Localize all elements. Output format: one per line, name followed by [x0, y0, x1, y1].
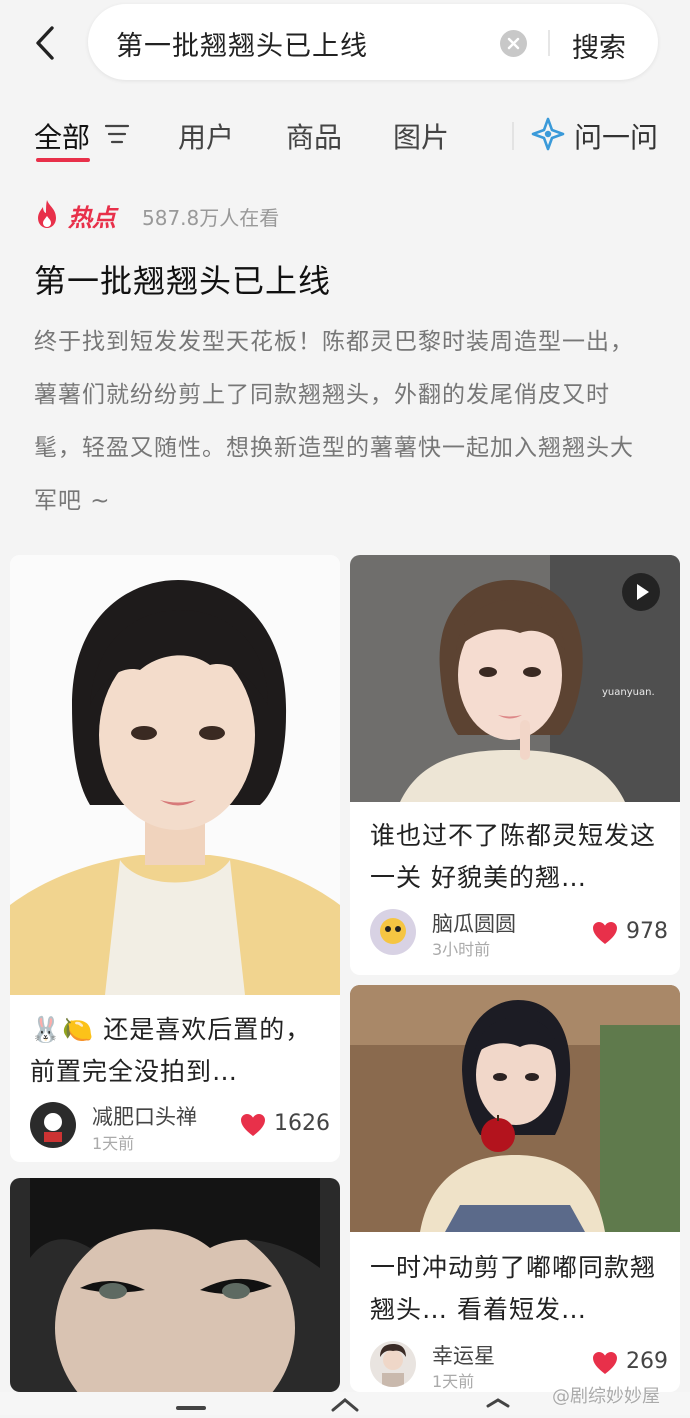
- note-card[interactable]: [10, 1178, 340, 1392]
- tab-goods[interactable]: 商品: [286, 116, 342, 156]
- author-name[interactable]: 幸运星: [432, 1340, 495, 1370]
- flame-icon: [38, 200, 56, 228]
- back-button[interactable]: [28, 22, 68, 64]
- author-name[interactable]: 脑瓜圆圆: [432, 908, 516, 938]
- note-image: [10, 1178, 340, 1392]
- image-caption: yuanyuan.: [602, 687, 655, 698]
- heart-icon: [593, 1352, 617, 1374]
- home-icon[interactable]: [325, 1394, 365, 1414]
- like-count: 269: [626, 1349, 668, 1374]
- avatar[interactable]: [30, 1102, 76, 1148]
- note-title: 谁也过不了陈都灵短发这一关 好貌美的翘…: [370, 821, 657, 892]
- play-icon: [637, 584, 649, 600]
- heart-icon: [241, 1114, 265, 1136]
- ask-label: 问一问: [574, 121, 659, 154]
- note-image: [350, 985, 680, 1232]
- search-button[interactable]: 搜索: [572, 26, 626, 65]
- post-time: 1天前: [92, 1134, 135, 1153]
- star-sparkle-icon: [531, 117, 565, 151]
- clear-button[interactable]: [500, 30, 527, 57]
- back-nav-icon[interactable]: [478, 1394, 518, 1414]
- note-card[interactable]: yuanyuan. 谁也过不了陈都灵短发这一关 好貌美的翘… 脑瓜圆圆 3小时前…: [350, 555, 680, 975]
- play-button[interactable]: [622, 573, 660, 611]
- search-input[interactable]: 第一批翘翘头已上线: [116, 24, 368, 63]
- search-divider: [548, 30, 550, 56]
- filter-icon[interactable]: [104, 123, 130, 145]
- note-image: [10, 555, 340, 995]
- view-count: 587.8万人在看: [142, 206, 280, 230]
- chevron-left-icon: [36, 26, 54, 60]
- menu-icon[interactable]: [172, 1398, 212, 1418]
- note-card[interactable]: 一时冲动剪了嘟嘟同款翘翘头… 看着短发… 幸运星 1天前 269: [350, 985, 680, 1392]
- post-time: 1天前: [432, 1372, 475, 1391]
- avatar[interactable]: [370, 1341, 416, 1387]
- topic-description: 终于找到短发发型天花板！陈都灵巴黎时装周造型一出，薯薯们就纷纷剪上了同款翘翘头，…: [34, 329, 634, 514]
- like-count: 978: [626, 919, 668, 944]
- tab-users[interactable]: 用户: [178, 116, 234, 156]
- note-title: 🐰🍋 还是喜欢后置的，前置完全没拍到…: [30, 1015, 312, 1086]
- post-time: 3小时前: [432, 940, 491, 959]
- heart-icon: [593, 922, 617, 944]
- topic-title[interactable]: 第一批翘翘头已上线: [34, 256, 331, 302]
- tab-images[interactable]: 图片: [393, 116, 449, 156]
- like-count: 1626: [274, 1111, 330, 1136]
- top-bar: 第一批翘翘头已上线 搜索: [0, 0, 690, 90]
- note-title: 一时冲动剪了嘟嘟同款翘翘头… 看着短发…: [370, 1253, 657, 1324]
- search-box[interactable]: 第一批翘翘头已上线 搜索: [88, 4, 658, 80]
- tab-bar: 全部 用户 商品 图片 问一问: [0, 100, 690, 170]
- hot-label: 热点: [68, 204, 116, 232]
- tab-separator: [512, 122, 514, 150]
- tab-all[interactable]: 全部: [34, 116, 90, 156]
- author-name[interactable]: 减肥口头禅: [92, 1101, 197, 1131]
- avatar[interactable]: [370, 909, 416, 955]
- watermark: @剧综妙妙屋: [552, 1386, 660, 1407]
- note-card[interactable]: 🐰🍋 还是喜欢后置的，前置完全没拍到… 减肥口头禅 1天前 1626: [10, 555, 340, 1162]
- clear-icon: [507, 37, 520, 50]
- active-tab-indicator: [36, 158, 90, 162]
